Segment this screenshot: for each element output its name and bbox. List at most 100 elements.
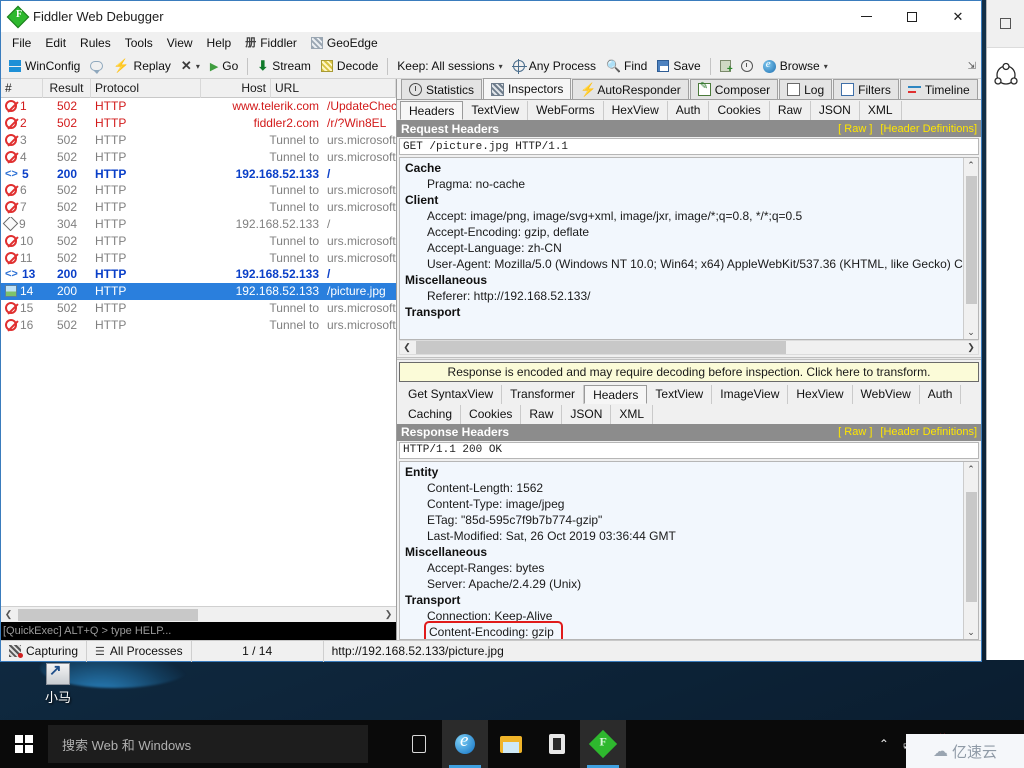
session-row[interactable]: 6 502 HTTP Tunnel to urs.microsoft.com:443 xyxy=(1,182,396,199)
response-tab-headers[interactable]: Headers xyxy=(584,384,648,404)
response-vertical-scrollbar[interactable]: ⌃ ⌄ xyxy=(963,461,978,639)
winconfig-button[interactable]: WinConfig xyxy=(4,57,85,75)
response-tab-caching[interactable]: Caching xyxy=(400,404,462,424)
scroll-up-arrow-icon[interactable]: ⌃ xyxy=(967,462,975,476)
column-header-result[interactable]: Result xyxy=(43,78,91,98)
taskbar-item-edge[interactable] xyxy=(442,720,488,768)
column-header-host[interactable]: Host xyxy=(201,78,271,98)
tab-autoresponder[interactable]: ⚡ AutoResponder xyxy=(572,79,689,99)
remove-button[interactable]: ✕ ▾ xyxy=(176,56,205,76)
request-tab-headers[interactable]: Headers xyxy=(400,101,464,120)
status-capturing[interactable]: Capturing xyxy=(1,640,88,662)
request-tab-cookies[interactable]: Cookies xyxy=(709,101,770,120)
header-item[interactable]: Referer: http://192.168.52.133/ xyxy=(405,288,963,304)
request-tab-webforms[interactable]: WebForms xyxy=(528,101,604,120)
process-filter-button[interactable]: Any Process xyxy=(508,57,601,75)
header-item[interactable]: Connection: Keep-Alive xyxy=(405,608,963,624)
task-view-button[interactable] xyxy=(396,720,442,768)
header-item[interactable]: Pragma: no-cache xyxy=(405,176,963,192)
session-row[interactable]: 15 502 HTTP Tunnel to urs.microsoft.com:443 xyxy=(1,300,396,317)
response-status-line[interactable]: HTTP/1.1 200 OK xyxy=(399,441,979,459)
request-raw-link[interactable]: [ Raw ] xyxy=(838,123,872,135)
scrollbar-track[interactable] xyxy=(414,340,964,354)
clipboard-button[interactable] xyxy=(715,58,736,75)
header-item-highlighted[interactable]: Content-Encoding: gzip xyxy=(405,620,963,639)
menu-edit[interactable]: Edit xyxy=(38,34,73,52)
menu-fiddler[interactable]: 册 Fiddler xyxy=(238,34,304,52)
response-tab-webview[interactable]: WebView xyxy=(853,384,920,404)
sessions-list[interactable]: 1 502 HTTP www.telerik.com/UpdateCheck.aspx… xyxy=(1,98,396,606)
response-tab-transformer[interactable]: Transformer xyxy=(502,384,585,404)
request-vertical-scrollbar[interactable]: ⌃ ⌄ xyxy=(963,158,978,339)
taskbar-item-file-explorer[interactable] xyxy=(488,720,534,768)
request-line[interactable]: GET /picture.jpg HTTP/1.1 xyxy=(399,138,979,155)
header-item[interactable]: ETag: "85d-595c7f9b7b774-gzip" xyxy=(405,512,963,528)
scroll-up-arrow-icon[interactable]: ⌃ xyxy=(967,158,975,172)
start-button[interactable] xyxy=(0,720,48,768)
response-tab-json[interactable]: JSON xyxy=(562,404,612,424)
request-tab-json[interactable]: JSON xyxy=(811,101,860,120)
request-tab-hexview[interactable]: HexView xyxy=(604,101,668,120)
header-item[interactable]: Content-Length: 1562 xyxy=(405,480,963,496)
response-tab-get-syntaxview[interactable]: Get SyntaxView xyxy=(400,384,503,404)
response-encoding-warning[interactable]: Response is encoded and may require deco… xyxy=(399,361,979,382)
response-tab-hexview[interactable]: HexView xyxy=(788,384,853,404)
session-row[interactable]: 9 304 HTTP 192.168.52.133 / xyxy=(1,216,396,233)
desktop-shortcut[interactable]: 小马 xyxy=(18,661,98,706)
request-tab-raw[interactable]: Raw xyxy=(770,101,811,120)
scrollbar-thumb[interactable] xyxy=(18,608,198,621)
session-row[interactable]: 2 502 HTTP fiddler2.com/r/?Win8EL xyxy=(1,115,396,132)
scrollbar-thumb[interactable] xyxy=(965,491,977,602)
response-tab-imageview[interactable]: ImageView xyxy=(712,384,789,404)
request-headers-list[interactable]: Cache Pragma: no-cache Client Accept: image… xyxy=(400,158,963,339)
response-tab-xml[interactable]: XML xyxy=(611,404,654,424)
response-headers-list[interactable]: Entity Content-Length: 1562 Content-Type: … xyxy=(400,462,963,639)
header-item[interactable]: User-Agent: Mozilla/5.0 (Windows NT 10.0… xyxy=(405,256,963,272)
save-button[interactable]: Save xyxy=(652,57,705,75)
toolbar-overflow-button[interactable]: ⇲ xyxy=(968,61,981,72)
session-row[interactable]: <> 13 200 HTTP 192.168.52.133 / xyxy=(1,266,396,283)
tab-statistics[interactable]: Statistics xyxy=(401,79,483,99)
scroll-right-arrow-icon[interactable]: ❯ xyxy=(964,342,978,353)
stream-button[interactable]: ⬇ Stream xyxy=(252,56,316,76)
header-item[interactable]: Server: Apache/2.4.29 (Unix) xyxy=(405,576,963,592)
menu-file[interactable]: File xyxy=(5,34,38,52)
taskbar-item-store[interactable] xyxy=(534,720,580,768)
header-item[interactable]: Content-Type: image/jpeg xyxy=(405,496,963,512)
keep-sessions-dropdown[interactable]: Keep: All sessions ▾ xyxy=(392,57,507,75)
timer-button[interactable] xyxy=(736,58,758,74)
session-row[interactable]: 11 502 HTTP Tunnel to urs.microsoft.com:443 xyxy=(1,249,396,266)
scrollbar-thumb[interactable] xyxy=(416,340,786,354)
response-raw-link[interactable]: [ Raw ] xyxy=(838,426,872,438)
quickexec-input[interactable]: [QuickExec] ALT+Q > type HELP... xyxy=(1,622,396,640)
column-header-number[interactable]: # xyxy=(1,78,43,98)
scroll-right-arrow-icon[interactable]: ❯ xyxy=(381,609,396,620)
session-row[interactable]: 14 200 HTTP 192.168.52.133/picture.jpg xyxy=(1,282,396,300)
column-header-protocol[interactable]: Protocol xyxy=(91,78,201,98)
column-header-url[interactable]: URL xyxy=(271,78,396,98)
background-window[interactable] xyxy=(986,0,1024,660)
scroll-down-arrow-icon[interactable]: ⌄ xyxy=(967,625,975,639)
header-item[interactable]: Accept-Language: zh-CN xyxy=(405,240,963,256)
request-header-definitions-link[interactable]: [Header Definitions] xyxy=(880,123,977,135)
minimize-button[interactable] xyxy=(843,1,889,32)
menu-tools[interactable]: Tools xyxy=(118,34,160,52)
request-tab-xml[interactable]: XML xyxy=(860,101,902,120)
tab-composer[interactable]: Composer xyxy=(689,79,779,99)
status-processes[interactable]: ☰ All Processes xyxy=(87,640,192,662)
decode-button[interactable]: Decode xyxy=(316,57,383,75)
menu-geoedge[interactable]: GeoEdge xyxy=(304,34,385,52)
request-tab-textview[interactable]: TextView xyxy=(463,101,529,120)
tab-filters[interactable]: Filters xyxy=(833,79,899,99)
scrollbar-track[interactable] xyxy=(965,172,977,325)
request-tab-auth[interactable]: Auth xyxy=(668,101,710,120)
session-row[interactable]: 7 502 HTTP Tunnel to urs.microsoft.com:443 xyxy=(1,199,396,216)
session-row[interactable]: 3 502 HTTP Tunnel to urs.microsoft.com:443 xyxy=(1,132,396,149)
menu-rules[interactable]: Rules xyxy=(73,34,118,52)
request-horizontal-scrollbar[interactable]: ❮ ❯ xyxy=(399,339,979,355)
close-button[interactable]: ✕ xyxy=(935,1,981,32)
maximize-button[interactable] xyxy=(889,1,935,32)
taskbar-item-fiddler[interactable] xyxy=(580,720,626,768)
scroll-left-arrow-icon[interactable]: ❮ xyxy=(400,342,414,353)
response-tab-raw[interactable]: Raw xyxy=(521,404,563,424)
